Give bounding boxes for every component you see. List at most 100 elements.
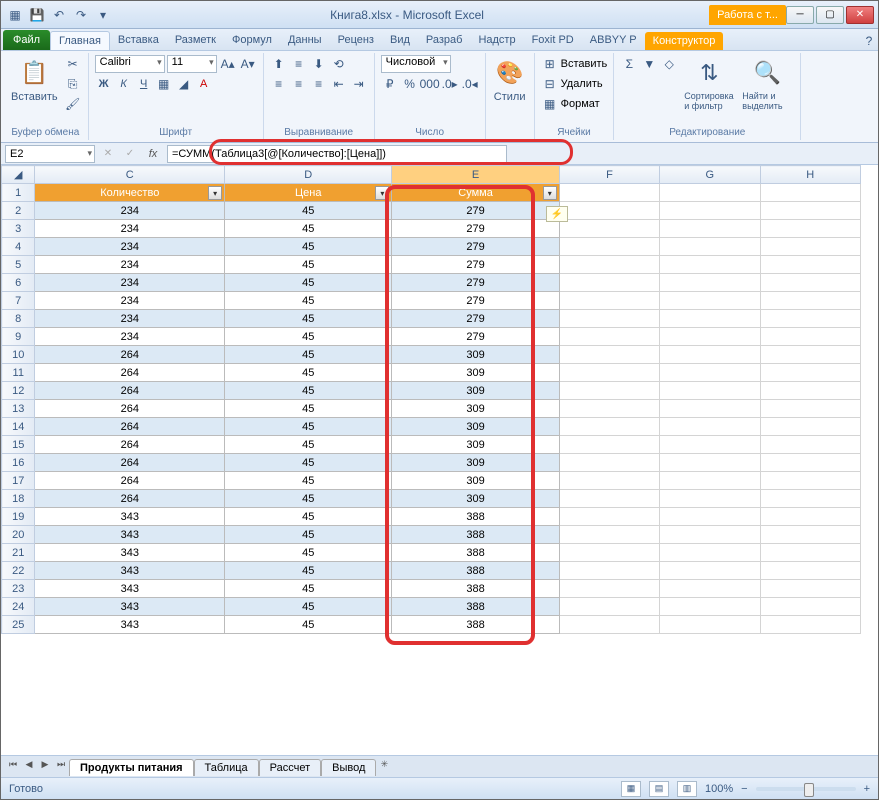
cell[interactable] <box>760 238 860 256</box>
find-select-button[interactable]: 🔍 Найти и выделить <box>740 55 794 113</box>
cell[interactable] <box>660 328 760 346</box>
cell[interactable]: 309 <box>392 436 559 454</box>
cell[interactable] <box>559 364 659 382</box>
tab-разраб[interactable]: Разраб <box>418 31 471 50</box>
row-header[interactable]: 23 <box>2 580 35 598</box>
align-left-icon[interactable]: ≡ <box>270 75 288 93</box>
increase-decimal-icon[interactable]: .0▸ <box>441 75 459 93</box>
cell[interactable] <box>760 454 860 472</box>
col-header-h[interactable]: H <box>760 166 860 184</box>
col-header-d[interactable]: D <box>225 166 392 184</box>
format-cells-label[interactable]: Формат <box>561 98 600 110</box>
indent-decrease-icon[interactable]: ⇤ <box>330 75 348 93</box>
zoom-slider[interactable] <box>756 787 856 791</box>
cell[interactable] <box>660 454 760 472</box>
cell[interactable] <box>660 580 760 598</box>
cell[interactable]: 343 <box>35 526 225 544</box>
cell[interactable]: 234 <box>35 292 225 310</box>
cell[interactable]: 45 <box>225 526 392 544</box>
cell[interactable]: 264 <box>35 418 225 436</box>
cell[interactable]: 45 <box>225 364 392 382</box>
row-header[interactable]: 3 <box>2 220 35 238</box>
cell[interactable]: 279 <box>392 256 559 274</box>
cell[interactable] <box>559 328 659 346</box>
row-header[interactable]: 9 <box>2 328 35 346</box>
cell[interactable] <box>559 274 659 292</box>
row-header[interactable]: 2 <box>2 202 35 220</box>
currency-icon[interactable]: ₽ <box>381 75 399 93</box>
cell[interactable] <box>559 418 659 436</box>
sheet-tab[interactable]: Вывод <box>321 759 376 776</box>
cell[interactable] <box>660 238 760 256</box>
cell[interactable]: 234 <box>35 256 225 274</box>
format-painter-icon[interactable]: 🖌 <box>64 95 82 113</box>
cell[interactable]: 45 <box>225 562 392 580</box>
row-header[interactable]: 22 <box>2 562 35 580</box>
row-header[interactable]: 4 <box>2 238 35 256</box>
cell[interactable] <box>559 310 659 328</box>
cell[interactable] <box>760 580 860 598</box>
cell[interactable] <box>660 256 760 274</box>
cell[interactable] <box>660 202 760 220</box>
cancel-formula-icon[interactable]: ✕ <box>99 145 117 163</box>
cell[interactable]: 45 <box>225 454 392 472</box>
table-header-quantity[interactable]: Количество▾ <box>35 184 225 202</box>
minimize-button[interactable]: ─ <box>786 6 814 24</box>
align-middle-icon[interactable]: ≡ <box>290 55 308 73</box>
sheet-tab[interactable]: Продукты питания <box>69 759 194 776</box>
tab-формул[interactable]: Формул <box>224 31 280 50</box>
decrease-decimal-icon[interactable]: .0◂ <box>461 75 479 93</box>
cell[interactable] <box>559 562 659 580</box>
row-header[interactable]: 21 <box>2 544 35 562</box>
cell[interactable] <box>660 508 760 526</box>
align-right-icon[interactable]: ≡ <box>310 75 328 93</box>
insert-cells-icon[interactable]: ⊞ <box>541 55 559 73</box>
cell[interactable] <box>660 436 760 454</box>
bold-icon[interactable]: Ж <box>95 75 113 93</box>
cell[interactable] <box>559 202 659 220</box>
cell[interactable]: 279 <box>392 238 559 256</box>
font-color-icon[interactable]: A <box>195 75 213 93</box>
cell[interactable]: 309 <box>392 346 559 364</box>
row-header[interactable]: 14 <box>2 418 35 436</box>
cell[interactable] <box>559 220 659 238</box>
indent-increase-icon[interactable]: ⇥ <box>350 75 368 93</box>
cell[interactable]: 45 <box>225 472 392 490</box>
sheet-nav-prev-icon[interactable]: ◀ <box>21 759 37 775</box>
cell[interactable] <box>760 544 860 562</box>
cell[interactable]: 45 <box>225 598 392 616</box>
cell[interactable] <box>559 238 659 256</box>
cell[interactable]: 264 <box>35 400 225 418</box>
col-header-e[interactable]: E <box>392 166 559 184</box>
row-header[interactable]: 17 <box>2 472 35 490</box>
cell[interactable] <box>660 346 760 364</box>
cell[interactable] <box>760 472 860 490</box>
cell[interactable]: 45 <box>225 490 392 508</box>
align-bottom-icon[interactable]: ⬇ <box>310 55 328 73</box>
clear-icon[interactable]: ◇ <box>660 55 678 73</box>
cell[interactable] <box>559 184 659 202</box>
new-sheet-icon[interactable]: ✳ <box>376 759 392 775</box>
table-header-sum[interactable]: Сумма▾ <box>392 184 559 202</box>
cell[interactable]: 45 <box>225 436 392 454</box>
row-header[interactable]: 12 <box>2 382 35 400</box>
cell[interactable]: 309 <box>392 400 559 418</box>
cell[interactable] <box>559 382 659 400</box>
cell[interactable] <box>760 436 860 454</box>
cell[interactable] <box>660 292 760 310</box>
cell[interactable]: 388 <box>392 526 559 544</box>
styles-button[interactable]: 🎨 Стили <box>492 55 528 105</box>
cell[interactable] <box>660 490 760 508</box>
cell[interactable]: 45 <box>225 382 392 400</box>
cell[interactable] <box>559 616 659 634</box>
orientation-icon[interactable]: ⟲ <box>330 55 348 73</box>
view-normal-icon[interactable]: ▦ <box>621 781 641 797</box>
cell[interactable]: 388 <box>392 616 559 634</box>
cell[interactable] <box>660 364 760 382</box>
cell[interactable] <box>559 436 659 454</box>
view-pagebreak-icon[interactable]: ▥ <box>677 781 697 797</box>
percent-icon[interactable]: % <box>401 75 419 93</box>
cell[interactable] <box>760 274 860 292</box>
cell[interactable] <box>660 310 760 328</box>
paste-button[interactable]: 📋 Вставить <box>9 55 60 105</box>
